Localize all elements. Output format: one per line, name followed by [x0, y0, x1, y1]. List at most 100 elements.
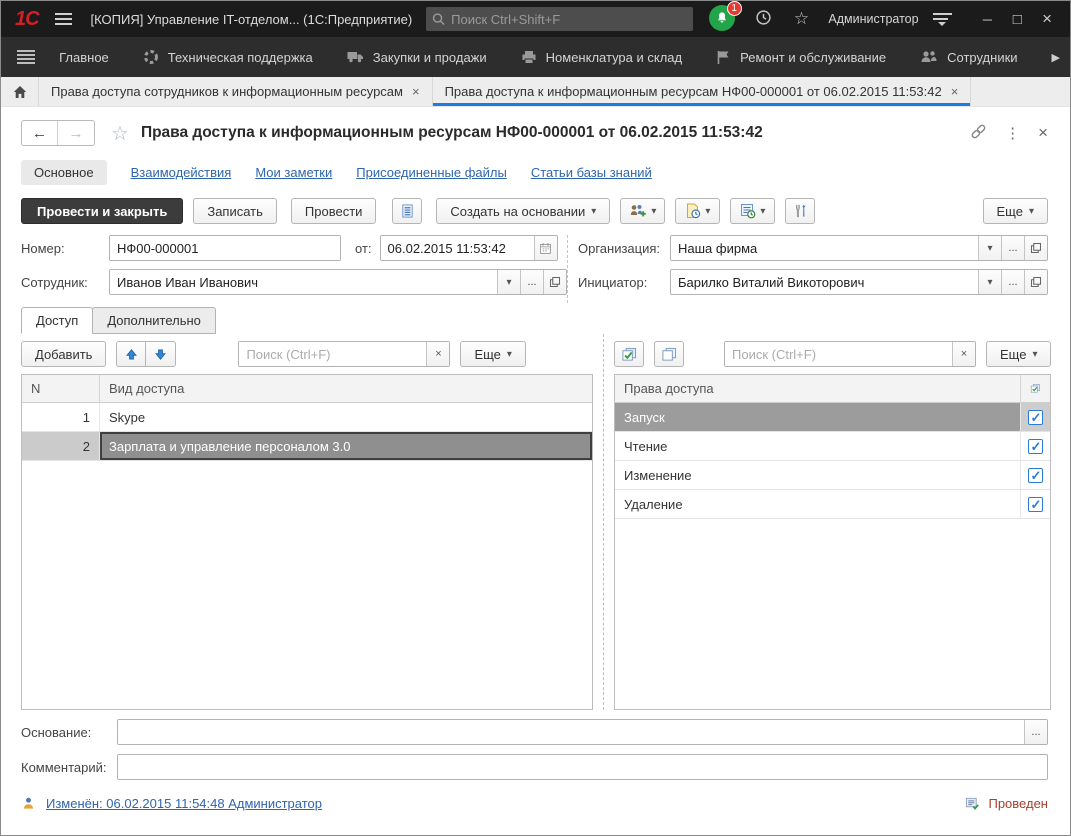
notifications-button[interactable]: 1	[709, 5, 737, 33]
basis-input[interactable]	[118, 720, 1024, 744]
right-name[interactable]: Изменение	[615, 461, 1020, 489]
menu-item-employees[interactable]: Сотрудники	[920, 50, 1017, 65]
back-button[interactable]: ←	[22, 121, 58, 145]
move-down-button[interactable]	[146, 341, 176, 367]
create-based-on-button[interactable]: Создать на основании ▾	[436, 198, 610, 224]
add-favorite-star-icon[interactable]: ☆	[111, 121, 129, 146]
more-sections-button[interactable]: ▶	[1052, 51, 1060, 64]
launch-checkbox[interactable]: ✓	[1028, 410, 1043, 425]
initiator-open-button[interactable]	[1024, 270, 1047, 294]
maximize-button[interactable]: □	[1002, 6, 1032, 32]
right-name[interactable]: Запуск	[615, 403, 1020, 431]
read-checkbox[interactable]: ✓	[1028, 439, 1043, 454]
forward-button[interactable]: →	[58, 121, 94, 145]
employee-dropdown-button[interactable]: ▾	[497, 270, 520, 294]
table-row-selected[interactable]: 2 Зарплата и управление персоналом 3.0	[22, 432, 592, 461]
comment-input[interactable]	[118, 755, 1047, 779]
create-event-button[interactable]: ▾	[730, 198, 775, 224]
employee-open-button[interactable]	[543, 270, 566, 294]
initiator-choose-button[interactable]: ...	[1001, 270, 1024, 294]
check-all-button[interactable]	[614, 341, 644, 367]
close-tab-icon[interactable]: ×	[951, 84, 959, 99]
nav-attached-files[interactable]: Присоединенные файлы	[356, 165, 507, 180]
rights-more-button[interactable]: Еще ▾	[986, 341, 1051, 367]
create-task-button[interactable]: ▾	[675, 198, 720, 224]
employee-choose-button[interactable]: ...	[520, 270, 543, 294]
menu-item-purchases[interactable]: Закупки и продажи	[347, 50, 487, 65]
column-check-all[interactable]	[1020, 375, 1050, 402]
right-row-selected[interactable]: Запуск ✓	[615, 403, 1050, 432]
access-type-cell[interactable]: Зарплата и управление персоналом 3.0	[100, 432, 592, 460]
column-n[interactable]: N	[22, 375, 100, 402]
menu-item-stock[interactable]: Номенклатура и склад	[521, 50, 682, 65]
initiator-input[interactable]	[671, 270, 978, 294]
tab-access[interactable]: Доступ	[21, 307, 93, 334]
global-search-input[interactable]	[451, 12, 687, 27]
main-menu-icon[interactable]	[55, 13, 73, 25]
rights-search-input[interactable]	[725, 342, 952, 366]
modify-checkbox[interactable]: ✓	[1028, 468, 1043, 483]
clear-search-button[interactable]: ×	[426, 342, 449, 366]
tab-access-rights-document[interactable]: Права доступа к информационным ресурсам …	[433, 77, 972, 106]
notification-badge: 1	[727, 1, 742, 16]
menu-item-support[interactable]: Техническая поддержка	[143, 49, 313, 65]
access-type-cell[interactable]: Skype	[100, 403, 592, 431]
close-window-button[interactable]: ×	[1032, 6, 1062, 32]
post-button[interactable]: Провести	[291, 198, 377, 224]
date-field	[380, 235, 558, 261]
home-button[interactable]	[1, 77, 39, 106]
close-form-button[interactable]: ×	[1038, 123, 1048, 143]
calendar-button[interactable]	[534, 236, 557, 260]
get-link-button[interactable]	[970, 123, 987, 144]
current-user[interactable]: Администратор	[828, 12, 918, 26]
uncheck-all-button[interactable]	[654, 341, 684, 367]
access-more-button[interactable]: Еще ▾	[460, 341, 525, 367]
panel-splitter[interactable]	[593, 334, 604, 710]
sections-list-icon[interactable]	[17, 50, 35, 64]
post-and-close-button[interactable]: Провести и закрыть	[21, 198, 183, 224]
save-button[interactable]: Записать	[193, 198, 277, 224]
organization-input[interactable]	[671, 236, 978, 260]
right-name[interactable]: Чтение	[615, 432, 1020, 460]
menu-item-main[interactable]: Главное	[59, 50, 109, 65]
organization-dropdown-button[interactable]: ▾	[978, 236, 1001, 260]
global-search[interactable]	[426, 7, 693, 31]
menu-item-repair[interactable]: Ремонт и обслуживание	[716, 50, 886, 65]
column-rights[interactable]: Права доступа	[615, 375, 1020, 402]
column-access-type[interactable]: Вид доступа	[100, 375, 592, 402]
table-row[interactable]: 1 Skype	[22, 403, 592, 432]
document-structure-button[interactable]	[392, 198, 422, 224]
history-button[interactable]	[751, 9, 777, 29]
right-name[interactable]: Удаление	[615, 490, 1020, 518]
tab-additional[interactable]: Дополнительно	[92, 307, 216, 334]
favorites-button[interactable]: ☆	[789, 9, 815, 29]
close-tab-icon[interactable]: ×	[412, 84, 420, 99]
minimize-button[interactable]: ─	[972, 6, 1002, 32]
tab-access-rights-list[interactable]: Права доступа сотрудников к информационн…	[39, 77, 433, 106]
service-tools-button[interactable]	[785, 198, 815, 224]
right-row[interactable]: Удаление ✓	[615, 490, 1050, 519]
create-user-task-button[interactable]: ▾	[620, 198, 665, 224]
right-row[interactable]: Чтение ✓	[615, 432, 1050, 461]
form-more-button[interactable]: Еще ▾	[983, 198, 1048, 224]
nav-interactions[interactable]: Взаимодействия	[131, 165, 232, 180]
delete-checkbox[interactable]: ✓	[1028, 497, 1043, 512]
more-menu-button[interactable]: ⋮	[1005, 124, 1020, 142]
nav-main[interactable]: Основное	[21, 160, 107, 185]
move-up-button[interactable]	[116, 341, 146, 367]
clear-search-button[interactable]: ×	[952, 342, 975, 366]
add-button[interactable]: Добавить	[21, 341, 106, 367]
employee-input[interactable]	[110, 270, 497, 294]
basis-choose-button[interactable]: ...	[1024, 720, 1047, 744]
right-row[interactable]: Изменение ✓	[615, 461, 1050, 490]
organization-choose-button[interactable]: ...	[1001, 236, 1024, 260]
access-search-input[interactable]	[239, 342, 426, 366]
service-menu-icon[interactable]	[933, 13, 953, 26]
nav-my-notes[interactable]: Мои заметки	[255, 165, 332, 180]
modified-history-link[interactable]: Изменён: 06.02.2015 11:54:48 Администрат…	[46, 796, 322, 811]
number-input[interactable]	[110, 236, 340, 260]
organization-open-button[interactable]	[1024, 236, 1047, 260]
initiator-dropdown-button[interactable]: ▾	[978, 270, 1001, 294]
nav-knowledge-base[interactable]: Статьи базы знаний	[531, 165, 652, 180]
date-input[interactable]	[381, 236, 534, 260]
